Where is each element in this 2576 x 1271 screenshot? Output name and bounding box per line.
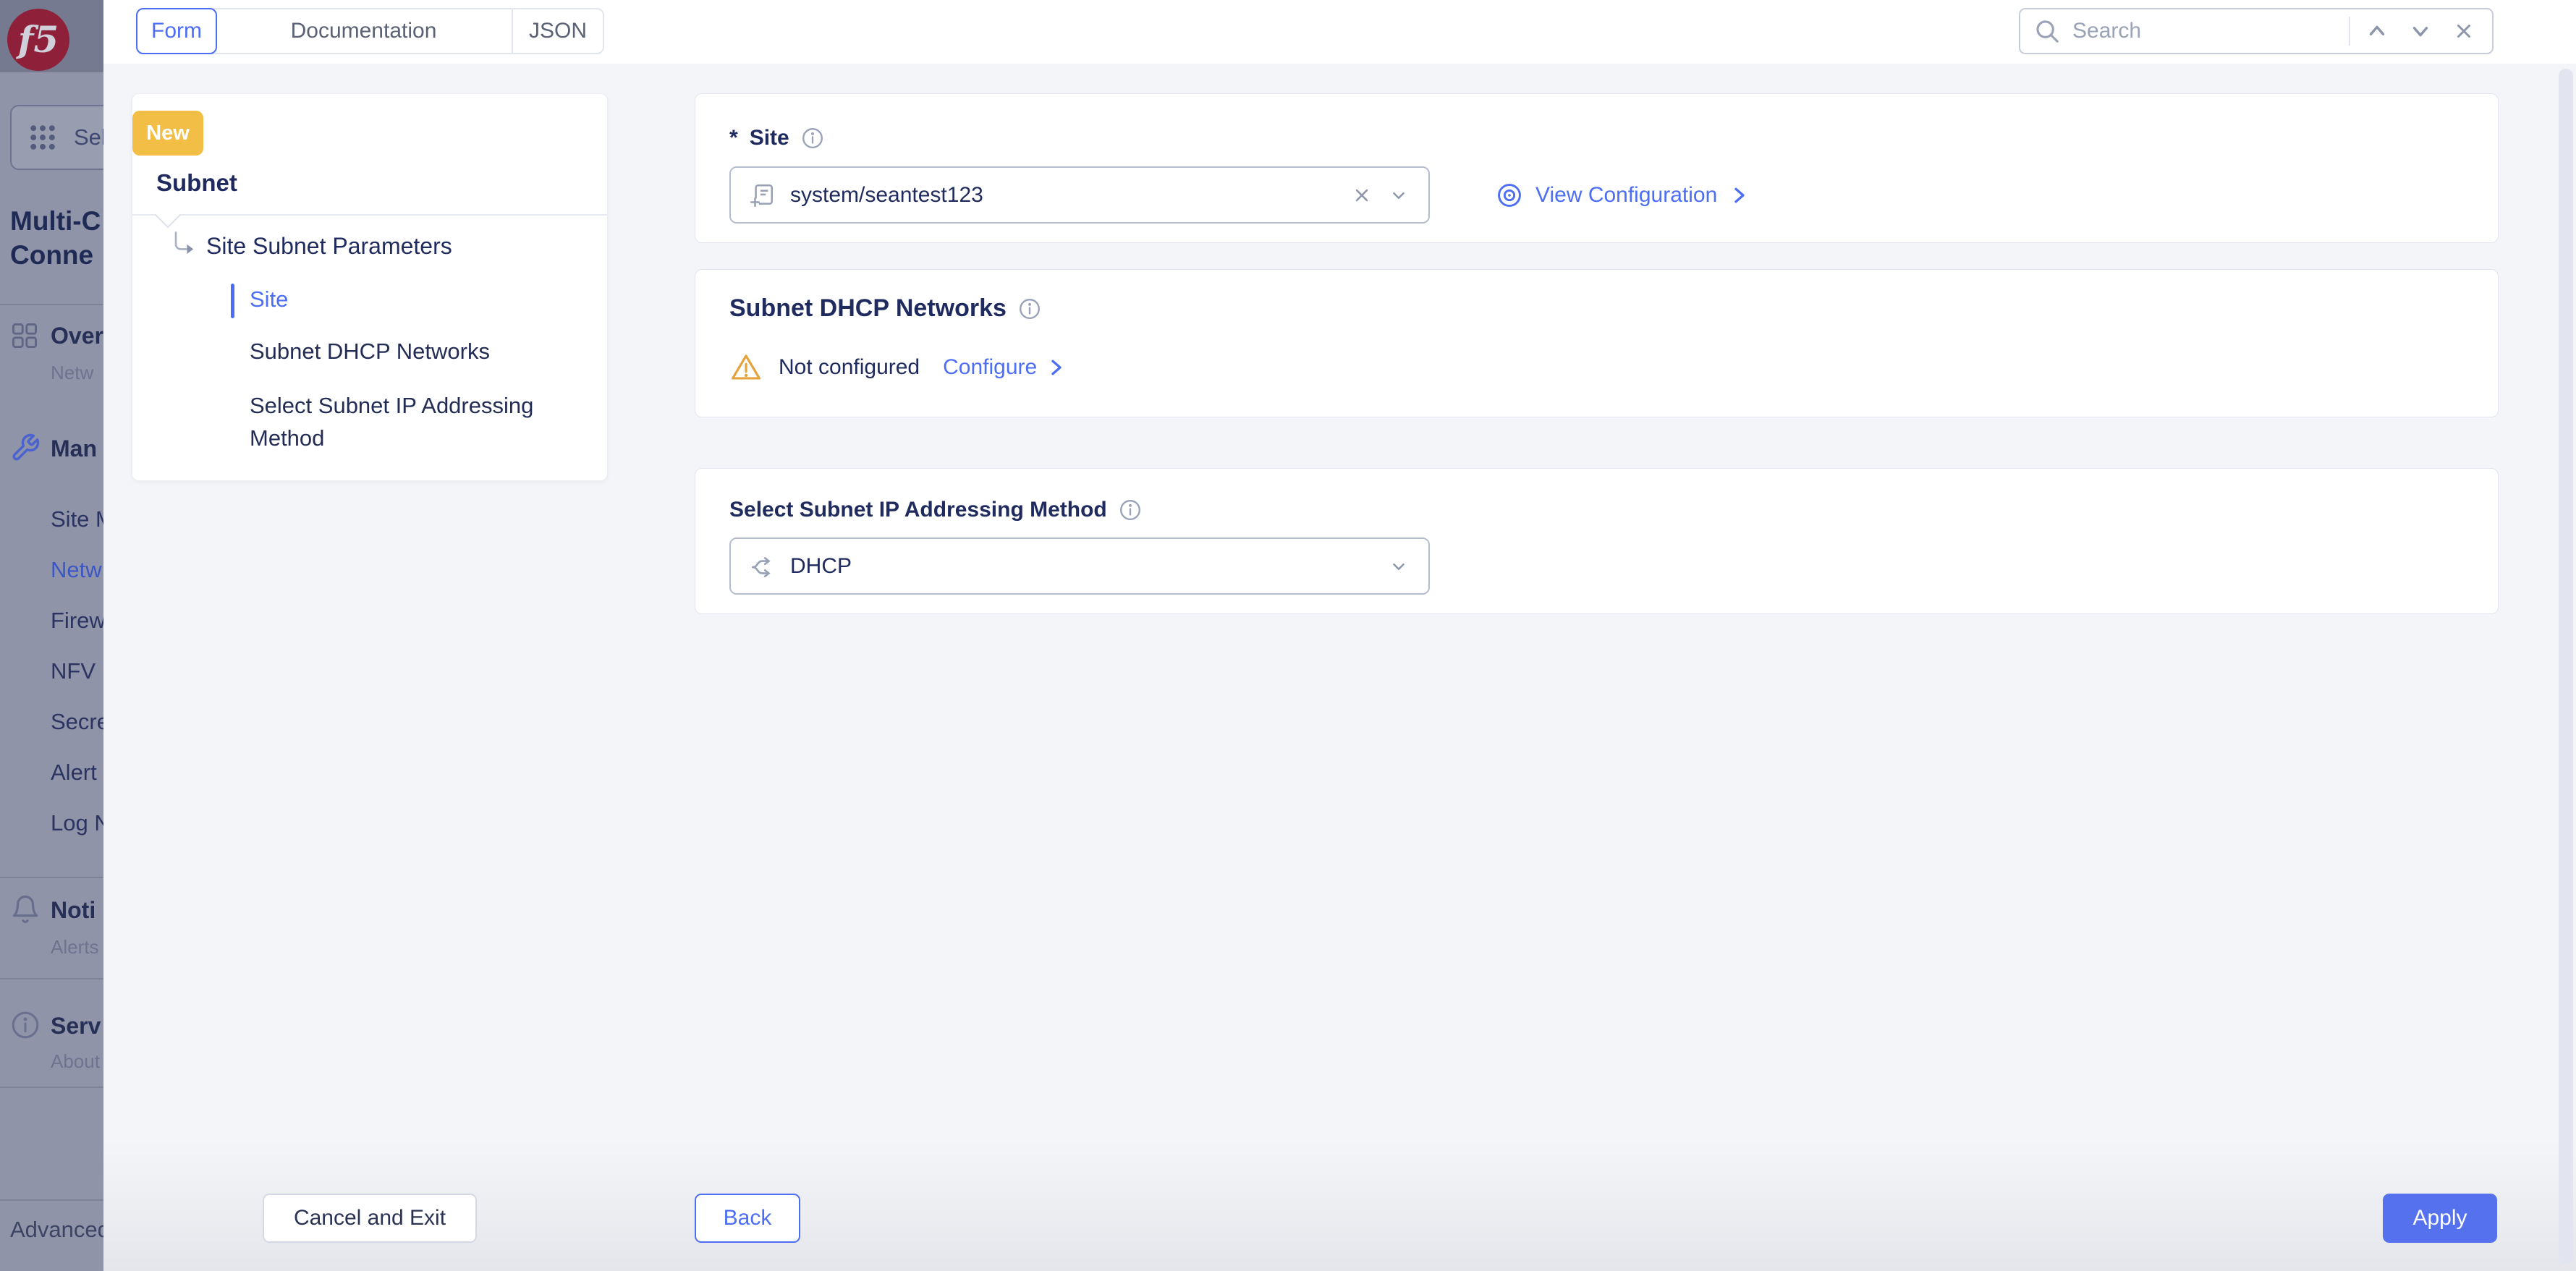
divider [0,877,103,878]
info-icon[interactable] [1018,297,1041,320]
search-prev-button[interactable] [2360,14,2394,48]
tab-form[interactable]: Form [136,8,217,54]
clear-selection-icon[interactable] [1352,185,1372,205]
required-mark: * [729,126,738,150]
sidebar-item-manage[interactable]: Man [51,435,97,462]
nav-divider [132,201,607,229]
search-next-button[interactable] [2404,14,2437,48]
ip-method-label: Select Subnet IP Addressing Method [729,498,1142,522]
select-caret-icon[interactable] [1386,183,1411,208]
status-badge-new: New [132,111,203,156]
editor-footer: Cancel and Exit Back Apply [103,1141,2576,1271]
site-select-value: system/seantest123 [790,182,983,207]
tree-item-select-subnet-ip-addressing-method[interactable]: Select Subnet IP Addressing Method [250,389,582,454]
manage-wrench-icon [12,433,40,461]
tree-item-site[interactable]: Site [250,286,288,313]
site-select[interactable]: system/seantest123 [729,166,1430,224]
configure-link[interactable]: Configure [943,355,1067,380]
info-icon[interactable] [801,127,824,150]
chevron-down-icon [2412,27,2428,37]
search-close-button[interactable] [2447,14,2480,48]
tree-arrow-icon [174,231,194,254]
chevron-right-icon [1734,187,1745,203]
divider [0,978,103,979]
notifications-bell-icon [12,896,38,923]
divider [0,1087,103,1088]
chevron-up-icon [2369,25,2385,35]
sidebar-item-service-sub: About [51,1050,100,1072]
sidebar-item-overview-sub: Netw [51,362,94,383]
site-section-card: * Site system/seantest123 View Configura… [695,93,2499,243]
console-header: f5 [0,0,103,72]
form-navigation-card: New Subnet Site Subnet Parameters Site S… [132,93,608,481]
f5-logo[interactable]: f5 [7,9,69,71]
vertical-scrollbar[interactable] [2559,69,2573,1264]
search-input[interactable] [2071,18,2339,44]
object-title: Subnet [156,169,237,196]
dhcp-networks-section-card: Subnet DHCP Networks Not configured Conf… [695,269,2499,417]
site-reference-icon [750,184,773,207]
sidebar-item-overview[interactable]: Over [51,323,103,349]
subnet-editor-panel: Form Documentation JSON Search New Subne… [103,0,2576,1271]
info-icon[interactable] [1119,498,1142,522]
tree-root-site-subnet-parameters[interactable]: Site Subnet Parameters [167,230,452,262]
ip-method-section-card: Select Subnet IP Addressing Method DHCP [695,468,2499,614]
active-item-bar [231,284,234,318]
cancel-and-exit-button[interactable]: Cancel and Exit [263,1194,477,1243]
view-icon [1498,184,1521,207]
search-icon [2036,20,2059,43]
sidebar-item-nfv[interactable]: NFV [51,658,96,684]
sidebar-item-service[interactable]: Serv [51,1013,101,1040]
sidebar-item-notifications[interactable]: Noti [51,897,96,924]
status-text: Not configured [779,355,920,379]
branch-choice-icon [752,556,771,577]
dhcp-networks-title: Subnet DHCP Networks [729,294,1041,323]
select-caret-icon[interactable] [1386,554,1411,579]
search-divider [2349,17,2350,46]
f5-logo-text: f5 [17,18,59,61]
service-info-icon [12,1011,39,1039]
sidebar-item-notifications-sub: Alerts [51,936,99,958]
back-button[interactable]: Back [695,1194,800,1243]
sidebar-item-networking[interactable]: Netw [51,557,102,583]
collapse-notch[interactable] [154,201,182,229]
service-title: Multi-C Conne [10,206,101,270]
apps-grid-icon [30,125,55,150]
select-service-button[interactable]: Sele [10,105,103,170]
editor-topbar: Form Documentation JSON [103,0,2576,64]
view-configuration-link[interactable]: View Configuration [1495,181,1750,210]
ip-method-select[interactable]: DHCP [729,537,1430,595]
site-field-label: * Site [729,126,824,150]
editor-body: New Subnet Site Subnet Parameters Site S… [103,64,2576,1271]
app-window: f5 Sele Multi-C Conne Over [0,0,2576,1271]
divider [0,304,103,305]
sidebar-item-secrets[interactable]: Secre [51,709,103,735]
dhcp-networks-status-row: Not configured Configure [729,351,1067,384]
advanced-toggle[interactable]: Advanced [10,1217,103,1243]
apply-button[interactable]: Apply [2383,1194,2497,1243]
sidebar-item-alerts[interactable]: Alert [51,760,97,786]
sidebar-item-log[interactable]: Log N [51,810,103,836]
ip-method-select-value: DHCP [790,553,852,578]
view-mode-tabs: Form Documentation JSON [136,8,604,54]
warning-icon [731,354,761,380]
overview-icon [12,323,38,348]
divider [0,1199,103,1201]
tab-json[interactable]: JSON [513,9,603,53]
sidebar-item-firewall[interactable]: Firew [51,608,103,634]
tab-documentation[interactable]: Documentation [216,9,513,53]
sidebar-item-site-management[interactable]: Site M [51,506,103,532]
tree-item-subnet-dhcp-networks[interactable]: Subnet DHCP Networks [250,339,490,365]
close-icon [2457,25,2470,38]
search-bar[interactable] [2019,8,2494,54]
chevron-right-icon [1051,360,1062,375]
dimmed-console-sidebar: f5 Sele Multi-C Conne Over [0,0,103,1271]
select-service-label: Sele [74,124,103,150]
